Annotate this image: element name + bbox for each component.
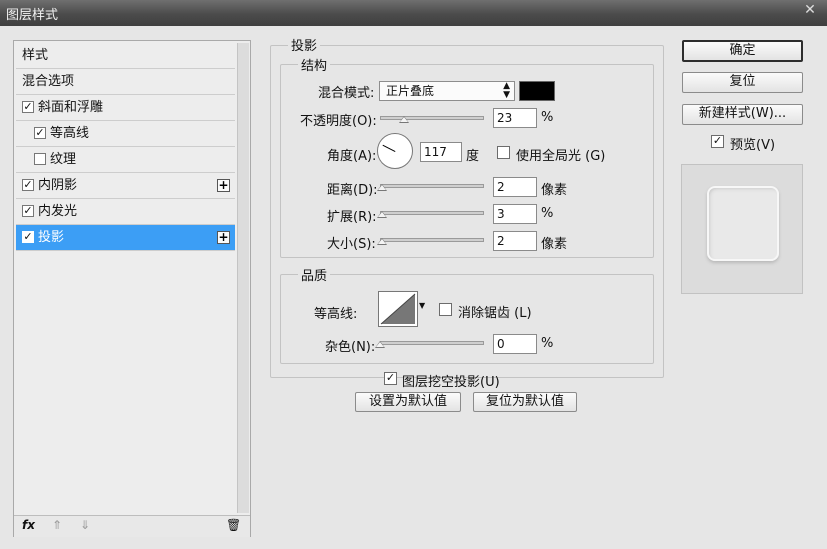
opacity-input[interactable]: 23 — [493, 108, 537, 128]
style-list-footer: fx ⇑ ⇓ 🗑 — [14, 515, 250, 537]
style-list-item-label: 混合选项 — [22, 74, 75, 89]
contour-checkbox[interactable]: ✓ — [34, 127, 46, 139]
blend-mode-label: 混合模式: — [318, 86, 375, 101]
style-list-item-label: 内发光 — [38, 204, 78, 219]
title-bar: 图层样式 ✕ — [0, 0, 827, 26]
trash-icon[interactable]: 🗑 — [226, 518, 241, 532]
style-preview — [681, 164, 803, 294]
drop-shadow-checkbox[interactable]: ✓ — [22, 231, 34, 243]
reset-button[interactable]: 复位 — [682, 72, 803, 93]
preview-checkbox[interactable]: ✓ — [711, 135, 724, 148]
contour-label: 等高线: — [314, 307, 358, 322]
style-list-item-label: 内阴影 — [38, 178, 78, 193]
layer-style-dialog: 样式 混合选项 ✓ 斜面和浮雕 ✓ 等高线 纹理 ✓ 内阴影 + ✓ 内发光 ✓… — [0, 26, 827, 549]
new-style-button[interactable]: 新建样式(W)... — [682, 104, 803, 125]
quality-title: 品质 — [298, 265, 331, 284]
noise-input[interactable]: 0 — [493, 334, 537, 354]
style-list-item-inner-shadow[interactable]: ✓ 内阴影 + — [16, 173, 235, 199]
size-slider-track[interactable] — [380, 238, 484, 242]
spread-slider-thumb[interactable] — [377, 211, 387, 218]
preview-label: 预览(V) — [730, 138, 776, 153]
distance-input[interactable]: 2 — [493, 177, 537, 197]
contour-dropdown-icon[interactable]: ▼ — [419, 301, 425, 310]
size-label: 大小(S): — [327, 237, 376, 252]
anti-alias-checkbox[interactable] — [439, 303, 452, 316]
structure-title: 结构 — [298, 55, 331, 74]
style-list-scrollbar[interactable] — [237, 43, 249, 513]
style-list-item-bevel-emboss[interactable]: ✓ 斜面和浮雕 — [16, 95, 235, 121]
distance-slider-track[interactable] — [380, 184, 484, 188]
inner-shadow-checkbox[interactable]: ✓ — [22, 179, 34, 191]
opacity-label: 不透明度(O): — [300, 114, 377, 129]
style-list-item-inner-glow[interactable]: ✓ 内发光 — [16, 199, 235, 225]
noise-label: 杂色(N): — [325, 340, 376, 355]
noise-slider-track[interactable] — [380, 341, 484, 345]
preview-shape — [707, 186, 779, 261]
opacity-unit: % — [541, 110, 554, 125]
move-up-icon[interactable]: ⇑ — [52, 518, 62, 532]
inner-glow-checkbox[interactable]: ✓ — [22, 205, 34, 217]
window-title: 图层样式 — [6, 8, 59, 23]
add-drop-shadow-icon[interactable]: + — [217, 231, 230, 244]
style-list-item-label: 样式 — [22, 48, 49, 63]
style-list-item-blending-options[interactable]: 混合选项 — [16, 69, 235, 95]
size-slider-thumb[interactable] — [377, 238, 387, 245]
ok-button[interactable]: 确定 — [682, 40, 803, 62]
global-light-checkbox[interactable] — [497, 146, 510, 159]
contour-curve-icon — [380, 293, 416, 325]
style-list-item-label: 斜面和浮雕 — [38, 100, 104, 115]
move-down-icon[interactable]: ⇓ — [80, 518, 90, 532]
contour-picker[interactable] — [378, 291, 418, 327]
bevel-emboss-checkbox[interactable]: ✓ — [22, 101, 34, 113]
opacity-slider-track[interactable] — [380, 116, 484, 120]
texture-checkbox[interactable] — [34, 153, 46, 165]
blend-mode-select[interactable]: 正片叠底 ▲ ▼ — [379, 81, 515, 101]
knockout-label: 图层挖空投影(U) — [402, 375, 500, 390]
shadow-color-swatch[interactable] — [519, 81, 555, 101]
noise-slider-thumb[interactable] — [375, 341, 385, 348]
close-icon[interactable]: ✕ — [793, 0, 827, 20]
style-list-item-label: 等高线 — [50, 126, 90, 141]
blend-mode-value: 正片叠底 — [386, 84, 435, 98]
style-list-item-contour[interactable]: ✓ 等高线 — [16, 121, 235, 147]
style-list-item-texture[interactable]: 纹理 — [16, 147, 235, 173]
angle-label: 角度(A): — [327, 149, 377, 164]
spread-input[interactable]: 3 — [493, 204, 537, 224]
drop-shadow-title: 投影 — [288, 35, 321, 54]
make-default-button[interactable]: 设置为默认值 — [355, 392, 461, 412]
size-unit: 像素 — [541, 237, 568, 252]
global-light-label: 使用全局光 (G) — [516, 149, 606, 164]
angle-unit: 度 — [466, 149, 480, 164]
size-input[interactable]: 2 — [493, 231, 537, 251]
distance-label: 距离(D): — [327, 183, 378, 198]
angle-dial[interactable] — [377, 133, 413, 169]
spread-slider-track[interactable] — [380, 211, 484, 215]
knockout-checkbox[interactable]: ✓ — [384, 372, 397, 385]
opacity-slider-thumb[interactable] — [399, 116, 409, 123]
add-inner-shadow-icon[interactable]: + — [217, 179, 230, 192]
style-list-item-drop-shadow[interactable]: ✓ 投影 + — [16, 225, 235, 251]
style-list-item-styles[interactable]: 样式 — [16, 43, 235, 69]
select-arrows-icon: ▲ ▼ — [503, 81, 510, 100]
angle-dial-needle — [382, 144, 396, 152]
style-list: 样式 混合选项 ✓ 斜面和浮雕 ✓ 等高线 纹理 ✓ 内阴影 + ✓ 内发光 ✓… — [13, 40, 251, 537]
style-list-item-label: 投影 — [38, 230, 65, 245]
distance-unit: 像素 — [541, 183, 568, 198]
reset-default-button[interactable]: 复位为默认值 — [473, 392, 577, 412]
spread-unit: % — [541, 206, 554, 221]
spread-label: 扩展(R): — [327, 210, 377, 225]
fx-icon[interactable]: fx — [22, 518, 35, 532]
angle-input[interactable]: 117 — [420, 142, 462, 162]
noise-unit: % — [541, 336, 554, 351]
distance-slider-thumb[interactable] — [377, 184, 387, 191]
style-list-item-label: 纹理 — [50, 152, 77, 167]
anti-alias-label: 消除锯齿 (L) — [458, 306, 532, 321]
